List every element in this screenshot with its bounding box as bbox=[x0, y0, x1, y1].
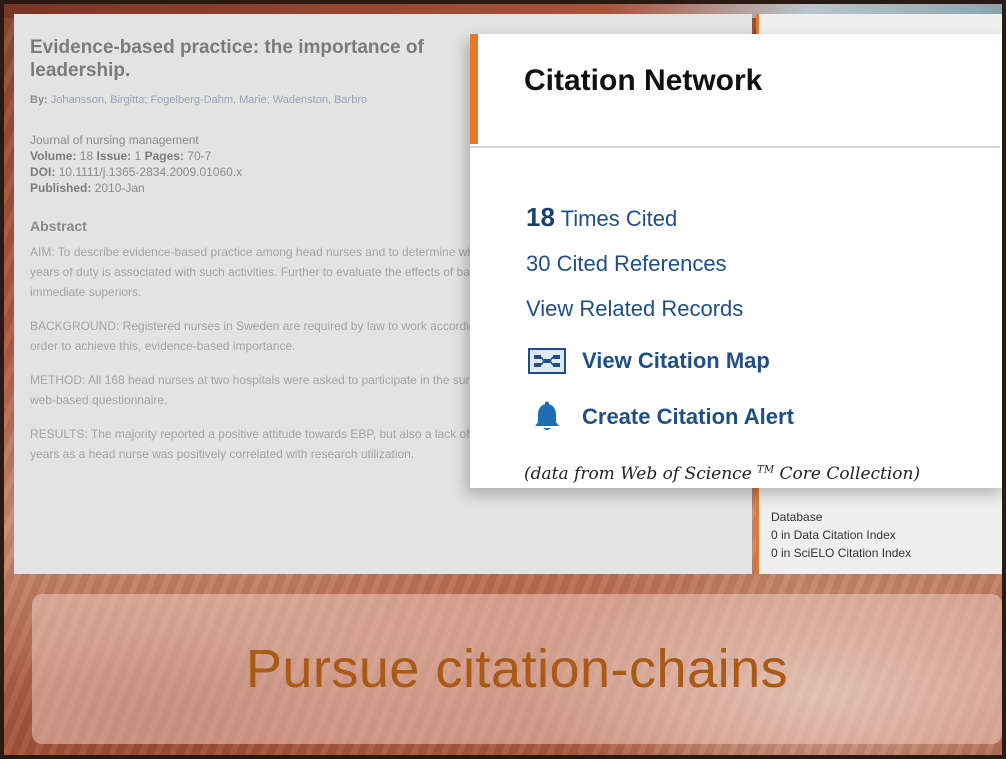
volume-value: 18 bbox=[79, 149, 94, 163]
times-cited-label: Times Cited bbox=[560, 206, 678, 231]
card-accent-bar bbox=[470, 34, 478, 144]
citation-index-counts: Database 0 in Data Citation Index 0 in S… bbox=[771, 508, 911, 562]
create-citation-alert-button[interactable]: Create Citation Alert bbox=[526, 401, 794, 432]
caption-text: Pursue citation-chains bbox=[245, 639, 789, 699]
article-title[interactable]: Evidence-based practice: the importance … bbox=[30, 36, 470, 82]
citation-network-title: Citation Network bbox=[524, 64, 763, 97]
pages-label: Pages: bbox=[144, 149, 184, 163]
issue-value: 1 bbox=[134, 149, 142, 163]
create-citation-alert-label: Create Citation Alert bbox=[582, 404, 794, 429]
view-citation-map-label: View Citation Map bbox=[582, 348, 770, 373]
authors-links[interactable]: Johansson, Birgitta; Fogelberg-Dahm, Mar… bbox=[51, 94, 367, 106]
times-cited-link[interactable]: 18 Times Cited bbox=[526, 202, 677, 233]
view-citation-map-button[interactable]: View Citation Map bbox=[526, 346, 770, 376]
trademark-mark: TM bbox=[757, 464, 775, 476]
database-label: Database bbox=[771, 510, 823, 524]
published-value: 2010-Jan bbox=[94, 181, 145, 195]
doi-value: 10.1111/j.1365-2834.2009.01060.x bbox=[58, 165, 243, 179]
source-note-prefix: (data from Web of Science bbox=[524, 464, 752, 484]
caption-banner: Pursue citation-chains bbox=[32, 594, 1002, 744]
slide: Evidence-based practice: the importance … bbox=[0, 0, 1006, 759]
card-divider bbox=[470, 146, 1000, 148]
doi-label: DOI: bbox=[30, 165, 56, 179]
source-note-suffix: Core Collection) bbox=[779, 464, 921, 484]
cited-references-link[interactable]: 30 Cited References bbox=[526, 251, 727, 277]
bell-icon bbox=[526, 401, 568, 432]
citation-map-icon bbox=[526, 346, 568, 376]
times-cited-count: 18 bbox=[526, 202, 555, 232]
issue-label: Issue: bbox=[96, 149, 132, 163]
data-source-note: (data from Web of Science TM Core Collec… bbox=[524, 464, 920, 484]
view-related-records-link[interactable]: View Related Records bbox=[526, 296, 743, 322]
volume-label: Volume: bbox=[30, 149, 77, 163]
published-label: Published: bbox=[30, 181, 92, 195]
citation-network-card: Citation Network 18 Times Cited 30 Cited… bbox=[470, 34, 1002, 488]
scielo-citation-index: 0 in SciELO Citation Index bbox=[771, 546, 912, 560]
authors-label: By: bbox=[30, 94, 48, 106]
data-citation-index: 0 in Data Citation Index bbox=[771, 528, 896, 542]
pages-value: 70-7 bbox=[187, 149, 212, 163]
